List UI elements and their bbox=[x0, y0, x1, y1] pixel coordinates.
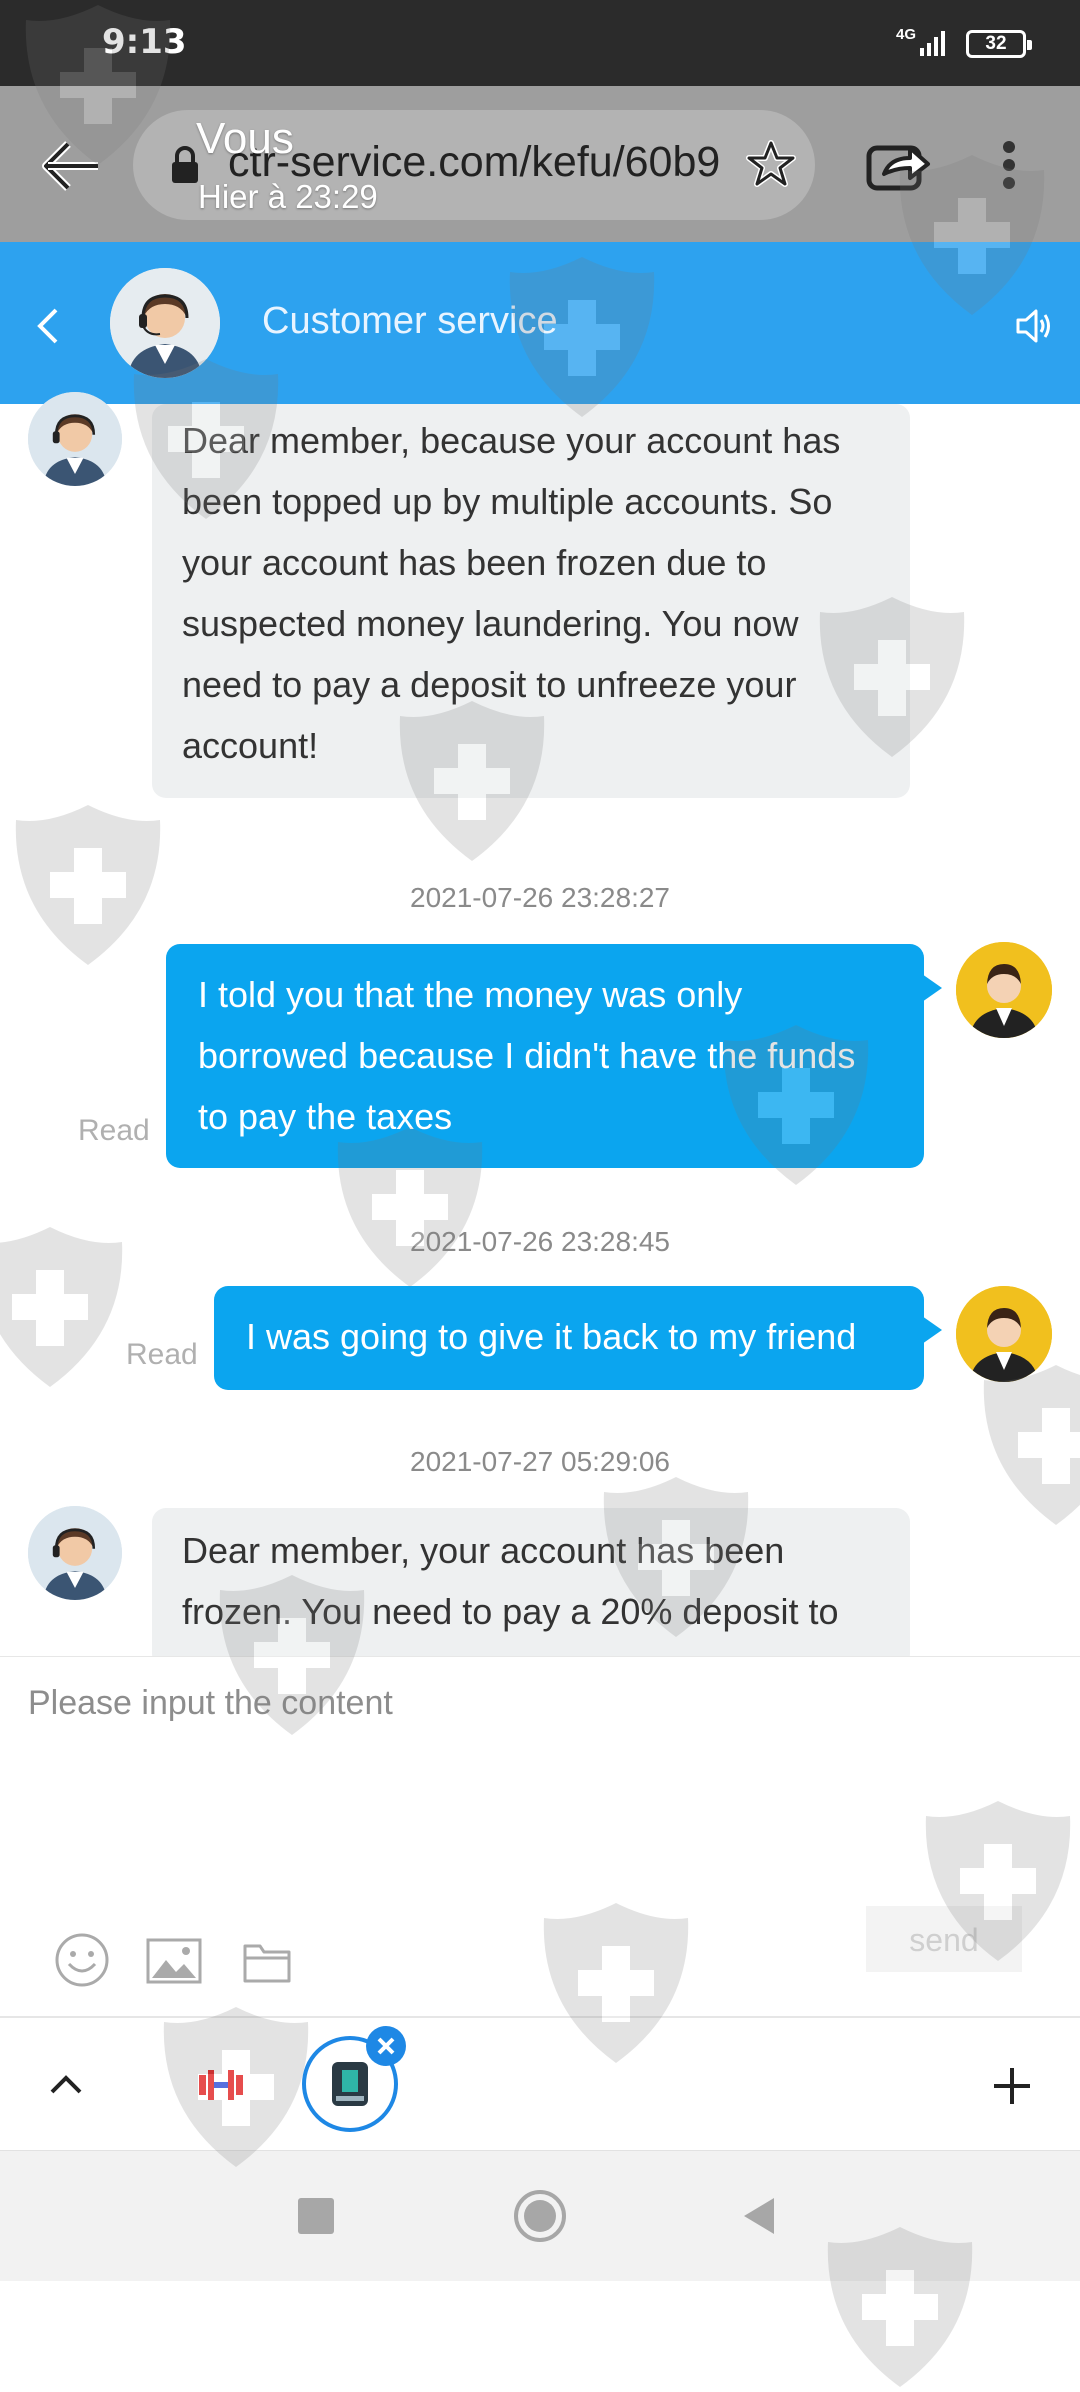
star-icon[interactable] bbox=[746, 140, 796, 188]
chat-title: Customer service bbox=[262, 300, 558, 342]
user-avatar bbox=[956, 942, 1052, 1038]
agent-avatar bbox=[28, 1506, 122, 1600]
app-tab-icon bbox=[332, 2062, 368, 2106]
message-line: frozen. You need to pay a 20% deposit to bbox=[182, 1591, 839, 1632]
message-line: I was going to give it back to my friend bbox=[246, 1316, 857, 1357]
recents-button[interactable] bbox=[298, 2198, 334, 2234]
chevron-left-icon[interactable] bbox=[36, 306, 60, 346]
message-timestamp: 2021-07-27 05:29:06 bbox=[410, 1446, 670, 1477]
home-button[interactable] bbox=[514, 2190, 566, 2242]
message-line: Dear member, because your account has bbox=[182, 420, 841, 461]
message-bubble-incoming: Dear member, because your account has be… bbox=[152, 404, 910, 798]
message-line: been topped up by multiple accounts. So bbox=[182, 481, 833, 522]
message-timestamp: 2021-07-26 23:28:45 bbox=[410, 1226, 670, 1257]
bottom-tab-bar bbox=[0, 2016, 1080, 2152]
message-line: borrowed because I didn't have the funds bbox=[198, 1035, 856, 1076]
message-line: Dear member, your account has been bbox=[182, 1530, 785, 1571]
send-button[interactable]: send bbox=[866, 1906, 1022, 1972]
message-line: suspected money laundering. You now bbox=[182, 603, 799, 644]
emoji-icon[interactable] bbox=[54, 1932, 110, 1988]
message-bubble-outgoing: I was going to give it back to my friend bbox=[214, 1286, 942, 1390]
status-time: 9:13 bbox=[102, 22, 187, 62]
read-status: Read bbox=[126, 1338, 198, 1371]
agent-avatar bbox=[28, 392, 122, 486]
more-vert-icon[interactable] bbox=[996, 140, 1022, 190]
message-bubble-incoming: Dear member, your account has been froze… bbox=[152, 1508, 910, 1668]
network-type: 4G bbox=[896, 26, 917, 43]
message-bubble-outgoing: I told you that the money was only borro… bbox=[166, 944, 942, 1168]
close-icon bbox=[377, 2037, 395, 2055]
plus-icon[interactable] bbox=[990, 2064, 1034, 2108]
watermark-shield-icon bbox=[976, 1360, 1080, 1530]
app-tab-icon[interactable] bbox=[196, 2060, 246, 2110]
image-icon[interactable] bbox=[146, 1938, 202, 1984]
notification-sender: Vous bbox=[196, 114, 294, 163]
message-line: I told you that the money was only bbox=[198, 974, 743, 1015]
speaker-icon[interactable] bbox=[1014, 306, 1054, 346]
signal-icon bbox=[920, 31, 945, 56]
battery-indicator: 32 bbox=[966, 30, 1032, 58]
chevron-up-icon[interactable] bbox=[48, 2072, 84, 2096]
agent-avatar bbox=[110, 268, 220, 378]
share-icon[interactable] bbox=[866, 140, 932, 192]
close-tab-button[interactable] bbox=[366, 2026, 406, 2066]
message-input[interactable]: Please input the content bbox=[28, 1684, 393, 1723]
message-line: need to pay a deposit to unfreeze your bbox=[182, 664, 797, 705]
notification-time: Hier à 23:29 bbox=[198, 178, 378, 215]
folder-icon[interactable] bbox=[242, 1938, 292, 1984]
message-line: account! bbox=[182, 725, 319, 766]
user-avatar bbox=[956, 1286, 1052, 1382]
back-triangle-icon[interactable] bbox=[740, 2196, 778, 2236]
message-timestamp: 2021-07-26 23:28:27 bbox=[410, 882, 670, 913]
message-line: your account has been frozen due to bbox=[182, 542, 767, 583]
back-arrow-icon[interactable] bbox=[40, 140, 102, 192]
read-status: Read bbox=[78, 1114, 150, 1147]
message-line: to pay the taxes bbox=[198, 1096, 453, 1137]
